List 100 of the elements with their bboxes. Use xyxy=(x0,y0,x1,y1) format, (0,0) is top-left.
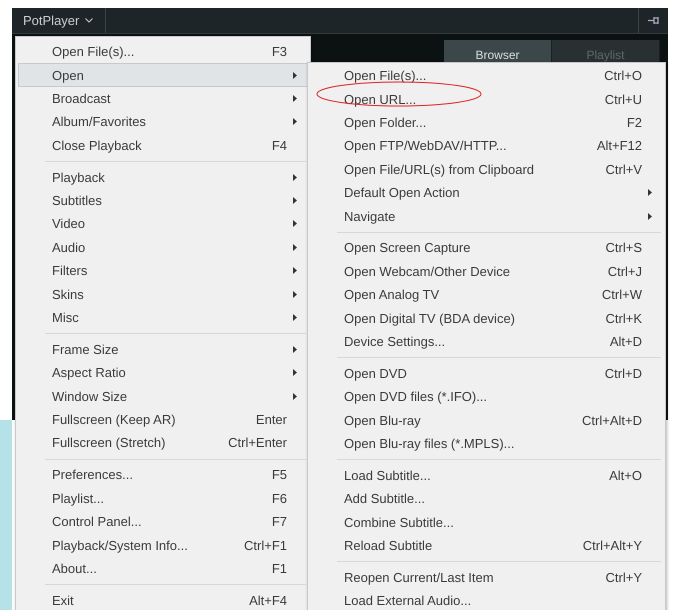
menu-item[interactable]: Close Playback F4 xyxy=(18,134,308,157)
submenu-arrow-icon xyxy=(648,212,652,220)
menu-item[interactable]: Exit Alt+F4 xyxy=(18,588,308,610)
menu-item[interactable]: Playback xyxy=(18,165,308,189)
menu-item-label: Control Panel... xyxy=(52,514,143,530)
menu-item[interactable]: Skins xyxy=(18,282,308,306)
menu-item[interactable]: Playlist... F6 xyxy=(18,486,308,510)
submenu-arrow-icon xyxy=(293,369,297,376)
menu-item[interactable]: Open Analog TV Ctrl+W xyxy=(310,283,663,306)
menu-item[interactable]: Device Settings... Alt+D xyxy=(310,330,663,354)
shortcut-label: Ctrl+Enter xyxy=(228,435,287,450)
shortcut-label: F1 xyxy=(272,560,287,576)
menu-item-label: Open Webcam/Other Device xyxy=(344,264,511,279)
menu-item[interactable]: Open Screen Capture Ctrl+S xyxy=(310,236,663,260)
menu-item-label: Window Size xyxy=(52,388,128,404)
menu-item-label: Open Screen Capture xyxy=(344,240,472,256)
menu-item-label: Audio xyxy=(52,240,86,255)
submenu-arrow-icon xyxy=(293,174,297,181)
menu-item[interactable]: Add Subtitle... xyxy=(310,487,663,511)
menu-item[interactable]: Audio xyxy=(18,236,308,260)
menu-item-label: Load External Audio... xyxy=(344,593,472,608)
menu-item[interactable]: Open DVD Ctrl+D xyxy=(310,362,663,386)
shortcut-label: Ctrl+Y xyxy=(606,570,642,585)
menu-item[interactable]: About... F1 xyxy=(18,556,308,580)
shortcut-label: F2 xyxy=(626,114,642,130)
shortcut-label: Ctrl+U xyxy=(604,92,642,107)
shortcut-label: Ctrl+W xyxy=(602,287,642,302)
menu-item-label: Video xyxy=(52,216,86,232)
menu-item-label: Open File(s)... xyxy=(344,68,428,84)
menu-item[interactable]: Fullscreen (Keep AR) Enter xyxy=(18,408,308,432)
shortcut-label: Ctrl+K xyxy=(606,310,642,326)
submenu-arrow-icon xyxy=(293,392,297,400)
menu-item-label: Open Analog TV xyxy=(344,287,440,302)
menu-item[interactable]: Load External Audio... xyxy=(310,589,663,610)
menu-item-label: Playback/System Info... xyxy=(52,538,189,552)
menu-item-label: Open URL... xyxy=(344,92,418,107)
submenu-arrow-icon xyxy=(293,94,297,102)
menu-item[interactable]: Open DVD files (*.IFO)... xyxy=(310,385,663,408)
submenu-arrow-icon xyxy=(293,314,297,321)
menu-item[interactable]: Broadcast xyxy=(18,86,308,110)
submenu-arrow-icon xyxy=(293,220,297,228)
menu-item[interactable]: Preferences... F5 xyxy=(18,463,308,487)
shortcut-label: Ctrl+V xyxy=(606,162,642,177)
pin-icon xyxy=(648,16,660,25)
menu-item[interactable]: Reload Subtitle Ctrl+Alt+Y xyxy=(310,534,663,558)
menu-item-label: Album/Favorites xyxy=(52,114,147,130)
menu-item-label: Open Blu-ray xyxy=(344,412,422,428)
menu-item[interactable]: Fullscreen (Stretch) Ctrl+Enter xyxy=(18,431,308,455)
menu-item[interactable]: Open File(s)... F3 xyxy=(18,40,308,64)
submenu-arrow-icon xyxy=(293,346,297,353)
menu-item[interactable]: Subtitles xyxy=(18,188,308,212)
menu-item-label: Open FTP/WebDAV/HTTP... xyxy=(344,138,508,154)
menu-item-label: Open Folder... xyxy=(344,114,428,130)
menu-item[interactable]: Default Open Action xyxy=(310,180,663,204)
menu-item-label: Open Digital TV (BDA device) xyxy=(344,310,516,326)
shortcut-label: Ctrl+O xyxy=(604,68,642,84)
menu-item[interactable]: Reopen Current/Last Item Ctrl+Y xyxy=(310,566,663,590)
menu-item[interactable]: Open Blu-ray Ctrl+Alt+D xyxy=(310,408,663,432)
shortcut-label: Alt+F4 xyxy=(249,592,287,608)
menu-item[interactable]: Combine Subtitle... xyxy=(310,510,663,534)
menu-item[interactable]: Open Digital TV (BDA device) Ctrl+K xyxy=(310,306,663,330)
shortcut-label: F3 xyxy=(272,44,287,60)
menu-item[interactable]: Playback/System Info... Ctrl+F1 xyxy=(18,533,308,557)
menu-item[interactable]: Open xyxy=(18,63,308,87)
menu-item-label: Filters xyxy=(52,263,88,278)
shortcut-label: F5 xyxy=(272,467,287,482)
menu-item[interactable]: Frame Size xyxy=(18,338,308,362)
shortcut-label: Alt+D xyxy=(610,334,642,349)
submenu-arrow-icon xyxy=(293,267,297,274)
menu-item-label: Load Subtitle... xyxy=(344,468,432,483)
menu-item[interactable]: Open Webcam/Other Device Ctrl+J xyxy=(310,260,663,284)
chevron-icon xyxy=(85,18,94,23)
shortcut-label: F6 xyxy=(272,490,287,506)
menu-item[interactable]: Open URL... Ctrl+U xyxy=(310,87,663,111)
menu-item[interactable]: Window Size xyxy=(18,384,308,408)
menu-item[interactable]: Navigate xyxy=(310,204,663,228)
submenu-arrow-icon xyxy=(293,197,297,204)
shortcut-label: Ctrl+Alt+Y xyxy=(582,538,642,554)
menu-item-label: About... xyxy=(52,560,98,576)
menu-item-label: Broadcast xyxy=(52,90,112,106)
menu-item-label: Reopen Current/Last Item xyxy=(344,570,495,585)
menu-item[interactable]: Open Folder... F2 xyxy=(310,110,663,134)
menu-item-label: Close Playback xyxy=(52,138,143,153)
menu-item-label: Open File/URL(s) from Clipboard xyxy=(344,162,536,177)
menu-item[interactable]: Open Blu-ray files (*.MPLS)... xyxy=(310,432,663,456)
menu-item[interactable]: Misc xyxy=(18,306,308,330)
shortcut-label: Ctrl+D xyxy=(604,366,642,381)
menu-item-label: Reload Subtitle xyxy=(344,538,434,554)
menu-item[interactable]: Filters xyxy=(18,259,308,282)
menu-item[interactable]: Load Subtitle... Alt+O xyxy=(310,464,663,488)
menu-item-label: Open xyxy=(52,68,85,83)
menu-item[interactable]: Video xyxy=(18,212,308,236)
menu-item-label: Combine Subtitle... xyxy=(344,514,455,530)
menu-item[interactable]: Aspect Ratio xyxy=(18,361,308,384)
menu-item[interactable]: Open File/URL(s) from Clipboard Ctrl+V xyxy=(310,158,663,181)
menu-item-label: Open DVD xyxy=(344,366,408,381)
menu-item[interactable]: Control Panel... F7 xyxy=(18,510,308,534)
menu-item[interactable]: Album/Favorites xyxy=(18,110,308,134)
menu-item[interactable]: Open FTP/WebDAV/HTTP... Alt+F12 xyxy=(310,134,663,158)
menu-item[interactable]: Open File(s)... Ctrl+O xyxy=(310,64,663,88)
